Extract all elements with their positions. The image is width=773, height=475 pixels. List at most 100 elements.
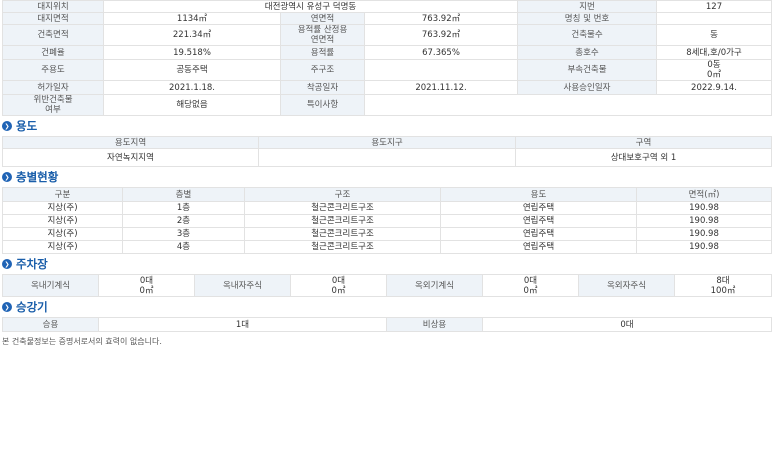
table-cell: 4층 — [122, 240, 245, 254]
field-label: 건축물수 — [517, 24, 658, 46]
elevator-row: 승용 1대 비상용 0대 — [2, 317, 772, 332]
field-value: 8세대,호/0가구 — [656, 45, 773, 60]
field-value: 2021.11.12. — [363, 80, 519, 95]
field-label: 대지면적 — [2, 12, 104, 25]
chevron-right-icon: ❯ — [2, 259, 12, 269]
basic-info-row: 허가일자 2021.1.18. 착공일자 2021.11.12. 사용승인일자 2022.… — [2, 80, 773, 95]
floors-header-cell: 층별 — [122, 187, 245, 202]
basic-info-row: 건축면적 221.34㎡ 용적률 산정용 연면적 763.92㎡ 건축물수 동 — [2, 24, 773, 46]
table-row: 지상(주) 3층 철근콘크리트구조 연립주택 190.98 — [2, 227, 772, 241]
basic-info-row: 주용도 공동주택 주구조 부속건축물 0동 0㎡ — [2, 59, 773, 81]
usage-header-row: 용도지역 용도지구 구역 — [2, 136, 772, 149]
floors-header-row: 구분 층별 구조 용도 면적(㎡) — [2, 187, 772, 202]
parking-type-value: 0대 0㎡ — [290, 274, 387, 297]
table-cell: 190.98 — [636, 227, 772, 241]
table-cell: 190.98 — [636, 240, 772, 254]
usage-header-cell: 용도지역 — [2, 136, 259, 149]
field-value: 127 — [656, 0, 773, 13]
basic-info-body: 대지위치 대전광역시 유성구 덕명동 지번 127 대지면적 1134㎡ 연면적 763.92… — [2, 0, 773, 116]
table-cell: 지상(주) — [2, 201, 123, 215]
parking-body: 옥내기계식 0대 0㎡ 옥내자주식 0대 0㎡ 옥외기계식 0대 0㎡ 옥외자주식 8대 100㎡ — [2, 274, 772, 297]
field-label: 허가일자 — [2, 80, 104, 95]
table-row: 지상(주) 4층 철근콘크리트구조 연립주택 190.98 — [2, 240, 772, 254]
basic-info-row: 대지위치 대전광역시 유성구 덕명동 지번 127 — [2, 0, 773, 13]
table-cell: 3층 — [122, 227, 245, 241]
field-value: 공동주택 — [103, 59, 281, 81]
field-value: 19.518% — [103, 45, 281, 60]
field-label: 주구조 — [280, 59, 365, 81]
table-cell: 연립주택 — [440, 214, 637, 228]
emergency-elevator-value: 0대 — [482, 317, 772, 332]
field-label: 용적률 — [280, 45, 365, 60]
emergency-elevator-label: 비상용 — [386, 317, 483, 332]
field-value: 대전광역시 유성구 덕명동 — [102, 0, 519, 13]
parking-table: 옥내기계식 0대 0㎡ 옥내자주식 0대 0㎡ 옥외기계식 0대 0㎡ 옥외자주식 8대 100㎡ — [2, 274, 772, 297]
field-label: 착공일자 — [280, 80, 365, 95]
table-row: 지상(주) 1층 철근콘크리트구조 연립주택 190.98 — [2, 201, 772, 215]
disclaimer-text: 본 건축물정보는 증명서로서의 효력이 없습니다. — [2, 337, 162, 346]
field-label: 총호수 — [517, 45, 658, 60]
floors-body: 구분 층별 구조 용도 면적(㎡) 지상(주) 1층 철근콘크리트구조 연립주택 190.98 지상… — [2, 187, 772, 254]
floors-section-header: ❯ 층별현황 — [2, 167, 773, 187]
floors-section-title: 층별현황 — [16, 170, 59, 184]
field-value: 221.34㎡ — [103, 24, 281, 46]
basic-info-row: 건폐율 19.518% 용적률 67.365% 총호수 8세대,호/0가구 — [2, 45, 773, 60]
parking-type-value: 0대 0㎡ — [98, 274, 195, 297]
field-value — [363, 59, 519, 81]
field-value: 2021.1.18. — [103, 80, 281, 95]
field-value — [363, 94, 773, 116]
field-value: 1134㎡ — [103, 12, 281, 25]
table-cell: 철근콘크리트구조 — [244, 240, 441, 254]
field-value: 0동 0㎡ — [656, 59, 773, 81]
field-value: 67.365% — [363, 45, 519, 60]
table-cell: 철근콘크리트구조 — [244, 214, 441, 228]
elevator-section-title: 승강기 — [16, 300, 48, 314]
table-cell: 지상(주) — [2, 240, 123, 254]
usage-header-cell: 구역 — [515, 136, 772, 149]
field-label: 건축면적 — [2, 24, 104, 46]
usage-value-row: 자연녹지지역 상대보호구역 외 1 — [2, 148, 772, 167]
chevron-right-icon: ❯ — [2, 302, 12, 312]
parking-type-value: 0대 0㎡ — [482, 274, 579, 297]
table-cell: 연립주택 — [440, 227, 637, 241]
parking-type-label: 옥내자주식 — [194, 274, 291, 297]
basic-info-row: 위반건축물 여부 해당없음 특이사항 — [2, 94, 773, 116]
basic-info-row: 대지면적 1134㎡ 연면적 763.92㎡ 명칭 및 번호 — [2, 12, 773, 25]
usage-zone-value: 자연녹지지역 — [2, 148, 259, 167]
usage-section-title: 용도 — [16, 119, 38, 133]
table-cell: 지상(주) — [2, 214, 123, 228]
field-value: 763.92㎡ — [363, 24, 519, 46]
usage-table: 용도지역 용도지구 구역 자연녹지지역 상대보호구역 외 1 — [2, 136, 772, 167]
usage-section-header: ❯ 용도 — [2, 116, 773, 136]
field-label: 특이사항 — [280, 94, 365, 116]
table-cell: 지상(주) — [2, 227, 123, 241]
field-value — [656, 12, 773, 25]
table-cell: 연립주택 — [440, 240, 637, 254]
parking-type-label: 옥외기계식 — [386, 274, 483, 297]
usage-header-cell: 용도지구 — [258, 136, 516, 149]
floors-header-cell: 구조 — [244, 187, 441, 202]
table-cell: 2층 — [122, 214, 245, 228]
floors-header-cell: 용도 — [440, 187, 637, 202]
floors-header-cell: 구분 — [2, 187, 123, 202]
field-value: 2022.9.14. — [656, 80, 773, 95]
field-label: 주용도 — [2, 59, 104, 81]
field-label: 부속건축물 — [517, 59, 658, 81]
parking-row: 옥내기계식 0대 0㎡ 옥내자주식 0대 0㎡ 옥외기계식 0대 0㎡ 옥외자주식 8대 100㎡ — [2, 274, 772, 297]
table-cell: 190.98 — [636, 214, 772, 228]
table-cell: 1층 — [122, 201, 245, 215]
building-info-document: 대지위치 대전광역시 유성구 덕명동 지번 127 대지면적 1134㎡ 연면적 763.92… — [0, 0, 773, 347]
table-row: 지상(주) 2층 철근콘크리트구조 연립주택 190.98 — [2, 214, 772, 228]
basic-info-table: 대지위치 대전광역시 유성구 덕명동 지번 127 대지면적 1134㎡ 연면적 763.92… — [2, 0, 773, 116]
elevator-table: 승용 1대 비상용 0대 — [2, 317, 772, 332]
passenger-elevator-label: 승용 — [2, 317, 99, 332]
field-label: 건폐율 — [2, 45, 104, 60]
parking-section-title: 주차장 — [16, 257, 48, 271]
field-label: 대지위치 — [2, 0, 104, 13]
elevator-section-header: ❯ 승강기 — [2, 297, 773, 317]
field-label: 명칭 및 번호 — [517, 12, 658, 25]
table-cell: 철근콘크리트구조 — [244, 227, 441, 241]
chevron-right-icon: ❯ — [2, 121, 12, 131]
floors-table: 구분 층별 구조 용도 면적(㎡) 지상(주) 1층 철근콘크리트구조 연립주택 190.98 지상… — [2, 187, 772, 254]
field-value: 해당없음 — [103, 94, 281, 116]
